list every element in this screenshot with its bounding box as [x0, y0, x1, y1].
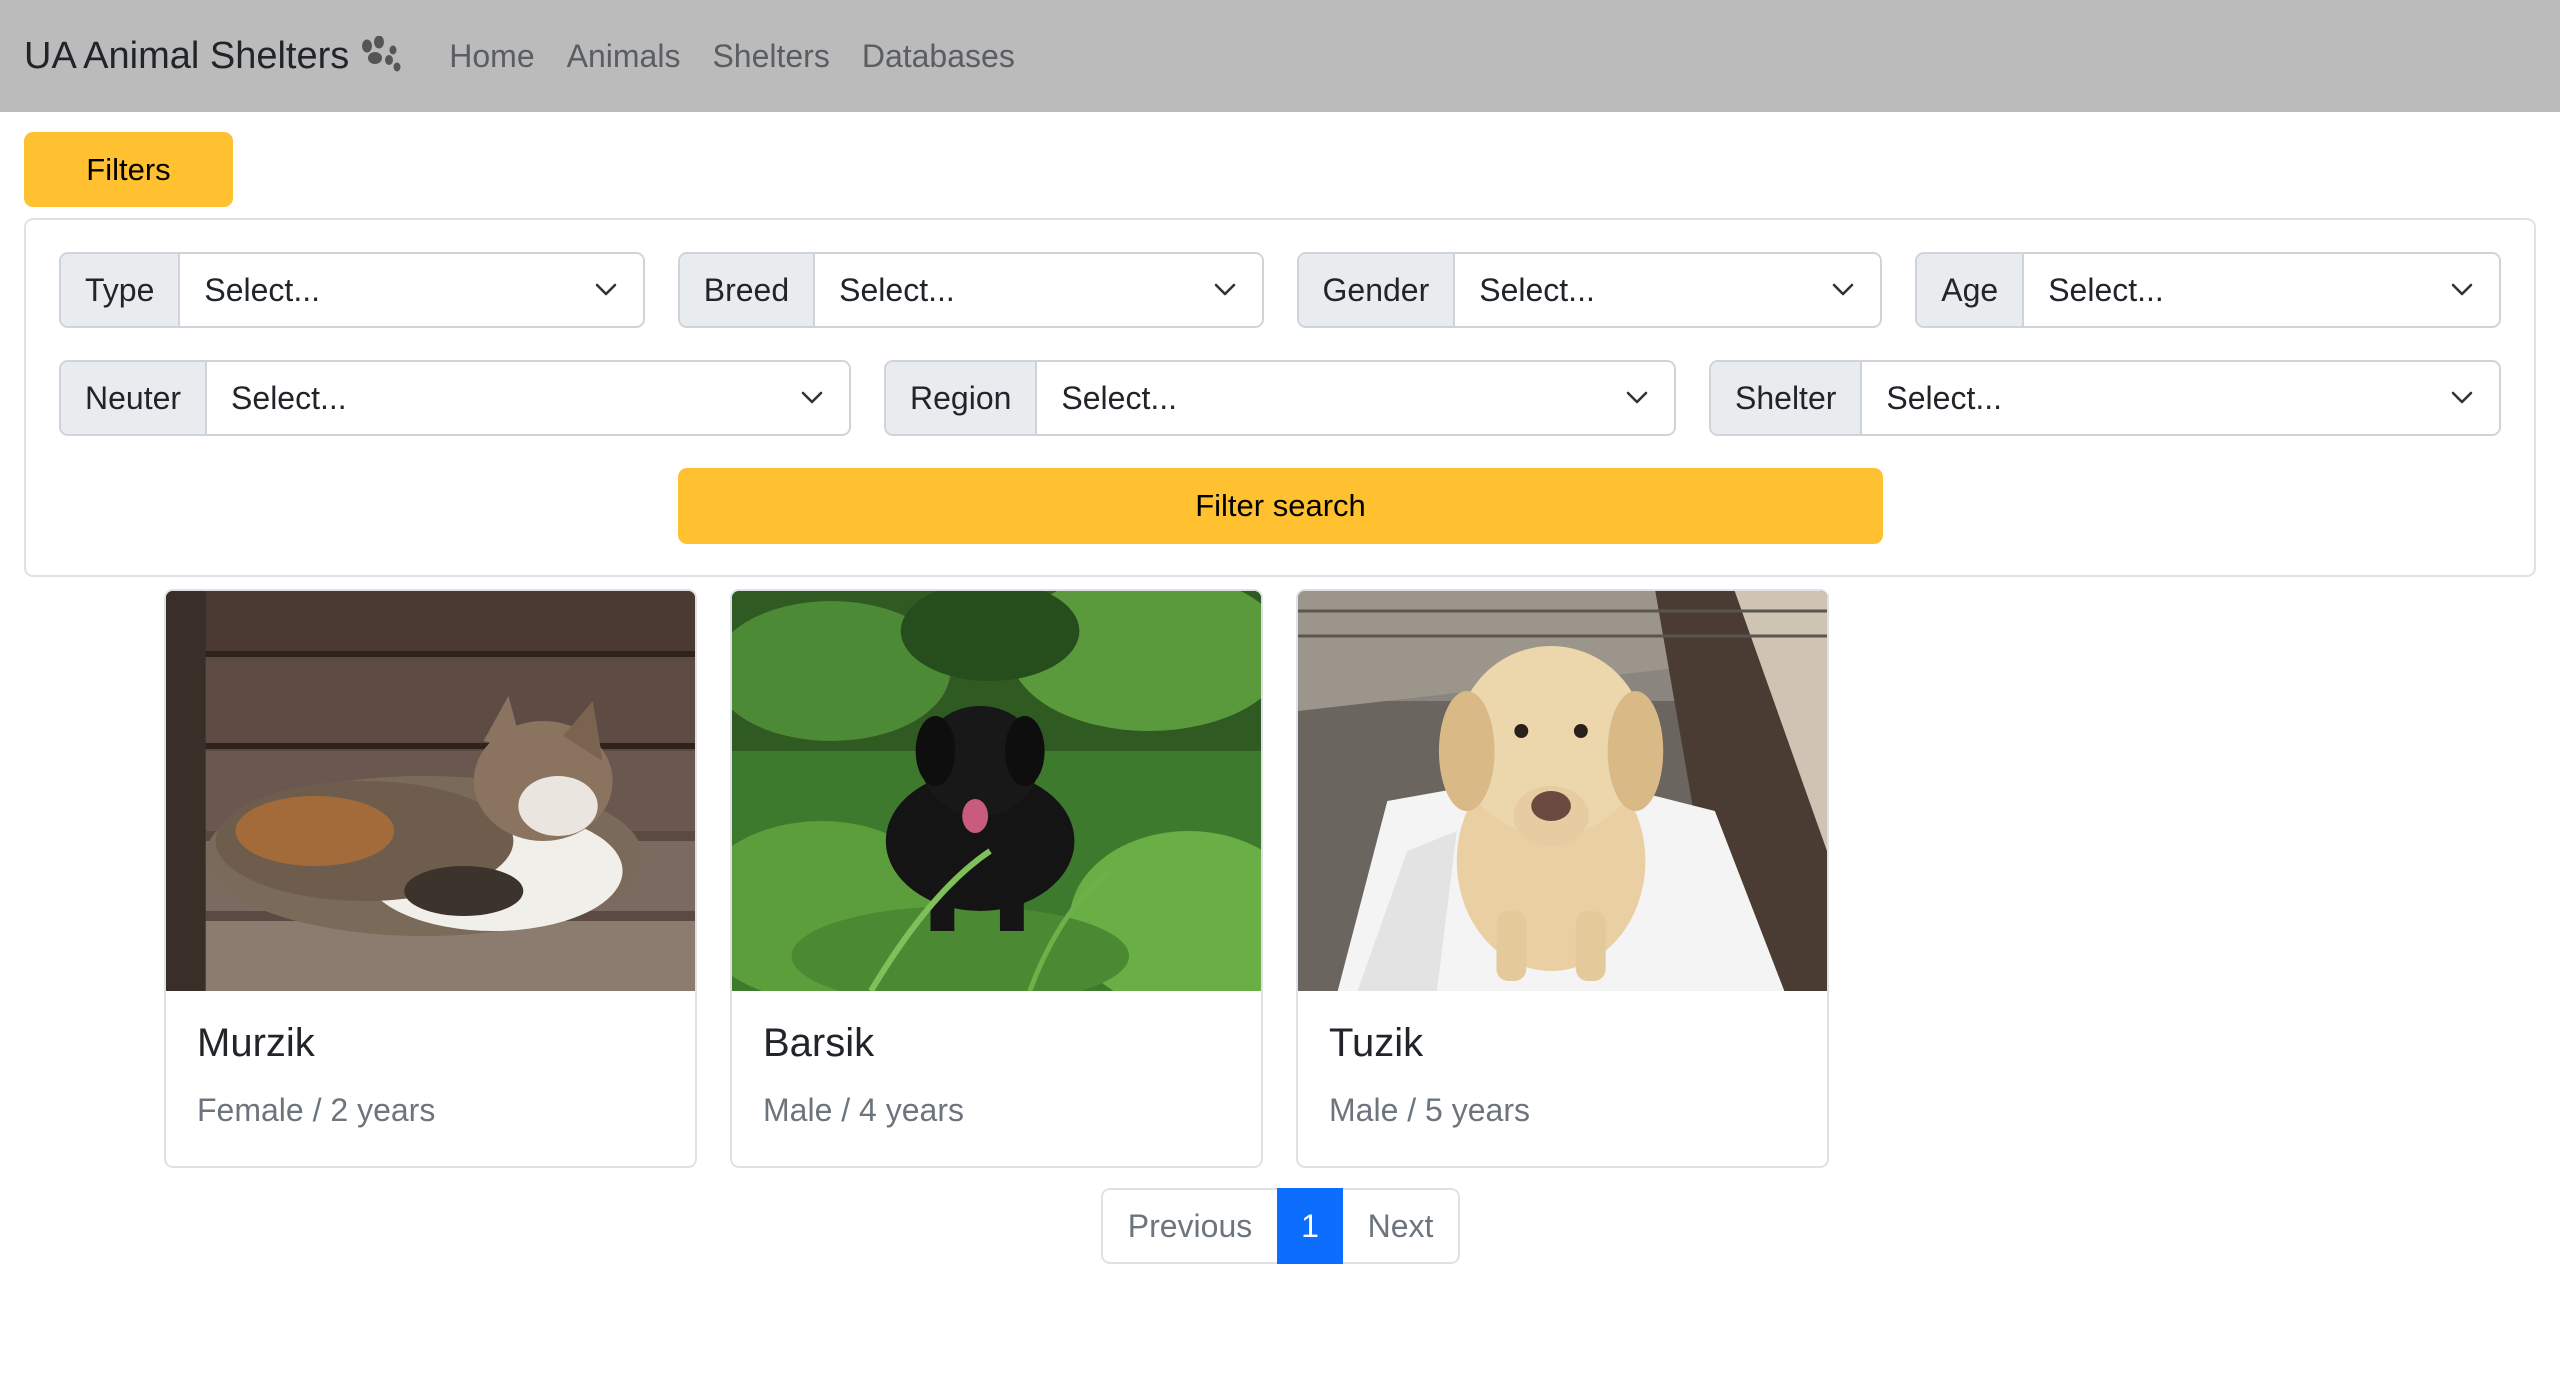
animal-details: Male / 4 years: [763, 1092, 964, 1128]
filter-neuter: Neuter Select...: [59, 360, 851, 436]
pagination: Previous 1 Next: [1101, 1188, 1460, 1264]
card-body: Tuzik Male / 5 years: [1298, 991, 1827, 1159]
filter-row-1: Type Select... Breed Select... Gender Se…: [59, 252, 2501, 328]
paw-icon: [359, 36, 401, 76]
chevron-down-icon: [1214, 283, 1236, 297]
filter-row-2: Neuter Select... Region Select... Shelte…: [59, 360, 2501, 436]
filter-neuter-select[interactable]: Select...: [207, 362, 849, 434]
filter-breed: Breed Select...: [677, 252, 1264, 328]
filter-gender-select[interactable]: Select...: [1455, 254, 1881, 326]
brand-title: UA Animal Shelters: [24, 34, 350, 77]
animal-details: Female / 2 years: [197, 1092, 436, 1128]
chevron-down-icon: [2451, 283, 2473, 297]
filter-type-value: Select...: [204, 271, 320, 308]
animal-card[interactable]: Barsik Male / 4 years: [730, 589, 1263, 1168]
filter-region: Region Select...: [884, 360, 1676, 436]
filter-breed-value: Select...: [839, 271, 955, 308]
animal-card[interactable]: Murzik Female / 2 years: [164, 589, 697, 1168]
filter-neuter-label: Neuter: [61, 362, 208, 434]
filter-region-label: Region: [886, 362, 1038, 434]
animal-name: Tuzik: [1329, 1021, 1424, 1065]
pagination-next[interactable]: Next: [1343, 1188, 1460, 1264]
pagination-previous[interactable]: Previous: [1101, 1188, 1277, 1264]
card-body: Barsik Male / 4 years: [732, 991, 1261, 1159]
filter-neuter-value: Select...: [231, 379, 347, 416]
animal-name: Barsik: [763, 1021, 875, 1065]
nav-shelters[interactable]: Shelters: [712, 38, 829, 75]
navbar: UA Animal Shelters Home Animals Shelters…: [0, 0, 2560, 112]
nav-animals[interactable]: Animals: [567, 38, 681, 75]
nav-home[interactable]: Home: [449, 38, 534, 75]
filter-type-label: Type: [61, 254, 181, 326]
filter-region-select[interactable]: Select...: [1037, 362, 1674, 434]
filter-gender-value: Select...: [1479, 271, 1595, 308]
brand[interactable]: UA Animal Shelters: [24, 35, 401, 78]
animal-cards: Murzik Female / 2 years Barsik Male / 4 …: [164, 589, 1829, 1168]
animal-card[interactable]: Tuzik Male / 5 years: [1296, 589, 1829, 1168]
pagination-page-1[interactable]: 1: [1277, 1188, 1343, 1264]
filter-age-value: Select...: [2048, 271, 2164, 308]
animal-photo: [732, 591, 1261, 991]
filter-gender-label: Gender: [1298, 254, 1456, 326]
filter-age-select[interactable]: Select...: [2024, 254, 2499, 326]
filter-region-value: Select...: [1061, 379, 1178, 416]
filter-panel: Type Select... Breed Select... Gender Se…: [24, 218, 2536, 577]
nav-databases[interactable]: Databases: [862, 38, 1015, 75]
card-body: Murzik Female / 2 years: [166, 991, 695, 1159]
filter-breed-label: Breed: [679, 254, 816, 326]
filter-age: Age Select...: [1915, 252, 2501, 328]
filter-gender: Gender Select...: [1296, 252, 1883, 328]
filter-shelter-value: Select...: [1886, 379, 2002, 416]
chevron-down-icon: [595, 283, 617, 297]
chevron-down-icon: [801, 391, 823, 405]
animal-details: Male / 5 years: [1329, 1092, 1530, 1128]
chevron-down-icon: [2451, 391, 2473, 405]
chevron-down-icon: [1626, 391, 1648, 405]
filter-shelter-select[interactable]: Select...: [1862, 362, 2499, 434]
animal-photo: [1298, 591, 1827, 991]
filters-toggle-button[interactable]: Filters: [24, 132, 233, 207]
animal-name: Murzik: [197, 1021, 315, 1065]
filter-shelter: Shelter Select...: [1709, 360, 2501, 436]
filter-type-select[interactable]: Select...: [180, 254, 643, 326]
filter-shelter-label: Shelter: [1711, 362, 1863, 434]
filter-type: Type Select...: [59, 252, 645, 328]
chevron-down-icon: [1832, 283, 1854, 297]
filter-age-label: Age: [1917, 254, 2025, 326]
animal-photo: [166, 591, 695, 991]
filter-search-button[interactable]: Filter search: [678, 468, 1883, 544]
filter-breed-select[interactable]: Select...: [815, 254, 1262, 326]
